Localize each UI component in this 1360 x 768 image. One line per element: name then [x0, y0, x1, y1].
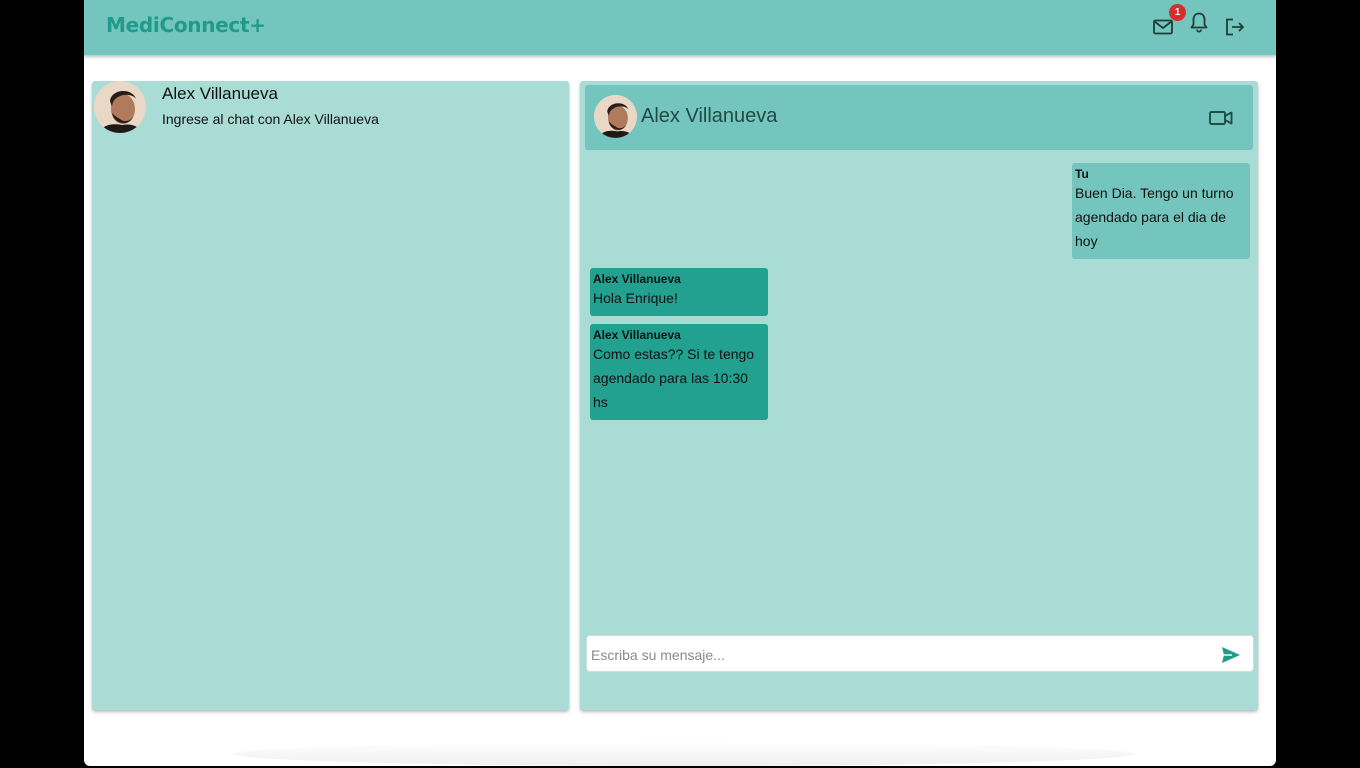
video-camera-icon — [1209, 111, 1233, 125]
message-author: Alex Villanueva — [593, 272, 681, 286]
app-window: MediConnect+ 1 Alex Villanueva Ingrese a… — [84, 0, 1276, 766]
message-bubble-incoming: Alex Villanueva Hola Enrique! — [590, 268, 768, 316]
send-icon — [1222, 647, 1240, 663]
app-logo[interactable]: MediConnect+ — [106, 13, 266, 37]
message-composer — [586, 635, 1254, 672]
logout-icon — [1226, 18, 1244, 36]
bell-icon — [1190, 12, 1208, 33]
chat-header: Alex Villanueva — [585, 85, 1253, 150]
message-author: Tu — [1075, 167, 1089, 181]
chat-panel: Alex Villanueva Tu Buen Dia. Tengo un tu… — [580, 81, 1258, 710]
contact-preview: Ingrese al chat con Alex Villanueva — [162, 111, 379, 127]
message-input[interactable] — [589, 642, 1203, 668]
top-navbar: MediConnect+ 1 — [84, 0, 1276, 55]
avatar — [594, 95, 637, 138]
video-call-button[interactable] — [1209, 107, 1233, 129]
message-text: Buen Dia. Tengo un turno agendado para e… — [1075, 185, 1234, 249]
logout-button[interactable] — [1224, 16, 1246, 38]
bottom-shadow — [234, 742, 1134, 766]
send-button[interactable] — [1220, 644, 1242, 666]
contact-name: Alex Villanueva — [162, 84, 278, 103]
mail-icon — [1153, 19, 1173, 35]
mail-button[interactable] — [1152, 16, 1174, 38]
notifications-button[interactable] — [1188, 11, 1210, 33]
message-bubble-incoming: Alex Villanueva Como estas?? Si te tengo… — [590, 324, 768, 420]
contact-item[interactable]: Alex Villanueva Ingrese al chat con Alex… — [92, 81, 569, 137]
message-text: Hola Enrique! — [593, 290, 678, 306]
message-author: Alex Villanueva — [593, 328, 681, 342]
avatar — [94, 81, 146, 133]
contacts-panel: Alex Villanueva Ingrese al chat con Alex… — [92, 81, 569, 710]
mail-badge: 1 — [1169, 4, 1186, 21]
chat-contact-name: Alex Villanueva — [641, 105, 778, 127]
message-text: Como estas?? Si te tengo agendado para l… — [593, 346, 755, 410]
message-bubble-outgoing: Tu Buen Dia. Tengo un turno agendado par… — [1072, 163, 1250, 259]
